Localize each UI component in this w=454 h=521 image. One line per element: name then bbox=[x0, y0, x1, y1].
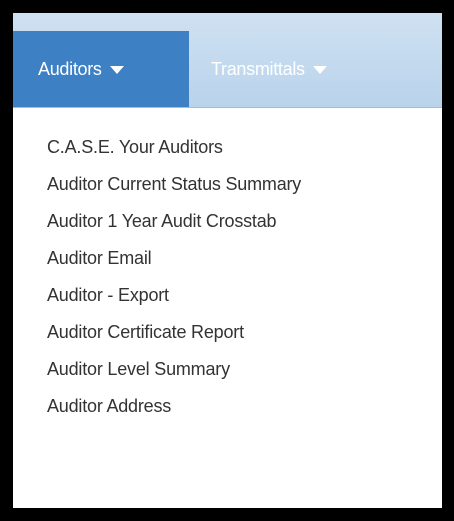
menu-item-auditor-email[interactable]: Auditor Email bbox=[47, 248, 152, 269]
screenshot-frame: Auditors Transmittals C.A.S.E. Your Audi… bbox=[0, 0, 454, 521]
tab-auditors-label: Auditors bbox=[38, 58, 102, 79]
auditors-dropdown-menu: C.A.S.E. Your Auditors Auditor Current S… bbox=[13, 108, 442, 508]
page-content: Auditors Transmittals C.A.S.E. Your Audi… bbox=[11, 11, 444, 510]
menu-item-case-your-auditors[interactable]: C.A.S.E. Your Auditors bbox=[47, 137, 223, 158]
caret-down-icon bbox=[312, 66, 327, 74]
tab-auditors[interactable]: Auditors bbox=[13, 31, 189, 107]
menu-item-auditor-certificate-report[interactable]: Auditor Certificate Report bbox=[47, 322, 244, 343]
menu-item-auditor-current-status-summary[interactable]: Auditor Current Status Summary bbox=[47, 174, 301, 195]
caret-down-icon bbox=[109, 66, 124, 74]
top-navbar: Auditors Transmittals bbox=[13, 13, 442, 108]
menu-item-auditor-1-year-audit-crosstab[interactable]: Auditor 1 Year Audit Crosstab bbox=[47, 211, 277, 232]
tab-transmittals[interactable]: Transmittals bbox=[211, 31, 327, 107]
tab-transmittals-label: Transmittals bbox=[211, 58, 305, 79]
menu-item-auditor-address[interactable]: Auditor Address bbox=[47, 396, 171, 417]
menu-item-auditor-export[interactable]: Auditor - Export bbox=[47, 285, 169, 306]
menu-item-auditor-level-summary[interactable]: Auditor Level Summary bbox=[47, 359, 230, 380]
